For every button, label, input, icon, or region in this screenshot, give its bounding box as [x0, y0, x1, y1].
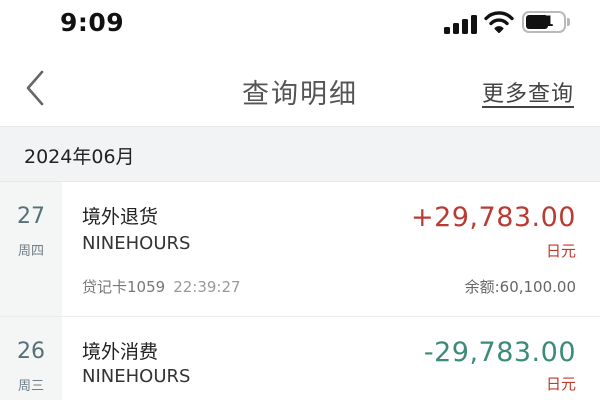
- transaction-merchant: NINEHOURS: [82, 366, 191, 387]
- transaction-merchant: NINEHOURS: [82, 233, 191, 254]
- signal-icon: [444, 14, 478, 34]
- transaction-balance: 余额:60,100.00: [465, 276, 576, 297]
- wifi-icon: [484, 10, 514, 34]
- transaction-day: 26: [17, 339, 45, 364]
- battery-level: 51: [534, 14, 554, 30]
- month-header: 2024年06月: [0, 126, 600, 182]
- balance-label: 余额:: [464, 278, 500, 296]
- status-time: 9:09: [60, 8, 125, 37]
- transaction-time: 22:39:27: [173, 278, 241, 296]
- transaction-weekday: 周四: [17, 244, 44, 259]
- date-column: 26 周三: [0, 317, 62, 400]
- transaction-row[interactable]: 26 周三 境外消费 NINEHOURS -29,783.00 日元: [0, 317, 600, 400]
- transaction-amount: -29,783.00: [423, 337, 576, 368]
- status-bar: 9:09 51: [0, 0, 600, 46]
- battery-icon: 51: [522, 11, 566, 33]
- transaction-meta: 贷记卡1059 22:39:27: [82, 276, 241, 297]
- transaction-row[interactable]: 27 周四 境外退货 NINEHOURS 贷记卡1059 22:39:27 +29…: [0, 182, 600, 316]
- balance-value: 60,100.00: [499, 278, 576, 296]
- nav-bar: 查询明细 更多查询: [0, 46, 600, 126]
- transaction-currency: 日元: [545, 375, 576, 393]
- month-label: 2024年06月: [24, 146, 135, 168]
- transaction-type: 境外消费: [82, 341, 159, 363]
- card-name: 贷记卡1059: [82, 278, 166, 296]
- transaction-day: 27: [17, 204, 45, 229]
- transaction-amount: +29,783.00: [410, 202, 576, 233]
- battery-cap: [567, 18, 570, 26]
- more-query-link[interactable]: 更多查询: [482, 76, 574, 108]
- transaction-type: 境外退货: [82, 206, 159, 228]
- transaction-weekday: 周三: [17, 379, 44, 394]
- transaction-currency: 日元: [545, 242, 576, 260]
- date-column: 27 周四: [0, 182, 62, 316]
